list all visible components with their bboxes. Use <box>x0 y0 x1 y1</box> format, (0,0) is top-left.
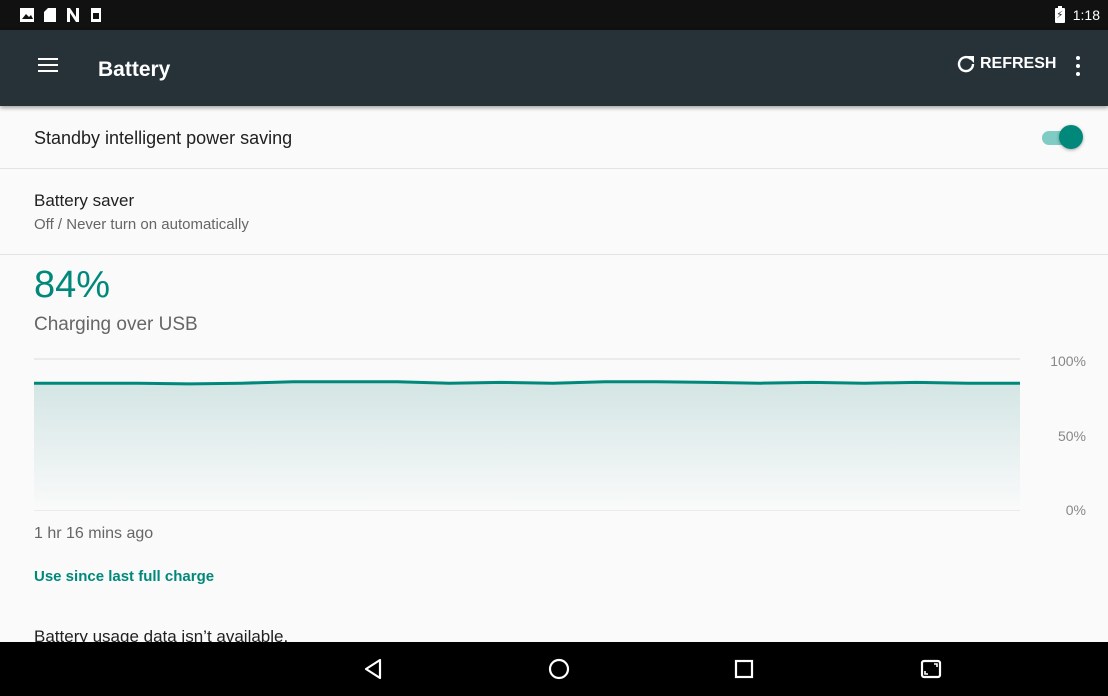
standby-toggle[interactable] <box>1042 124 1084 152</box>
toggle-thumb <box>1059 125 1083 149</box>
battery-history-chart: 100% 50% 0% <box>0 350 1108 525</box>
sd-card-icon <box>44 8 56 22</box>
chart-start-time: 1 hr 16 mins ago <box>34 525 154 542</box>
battery-charging-icon <box>1054 5 1065 23</box>
n-icon <box>67 8 79 22</box>
y-tick-100: 100% <box>1050 353 1086 369</box>
use-since-full-charge-link[interactable]: Use since last full charge <box>34 568 214 585</box>
standby-power-saving-row[interactable]: Standby intelligent power saving <box>0 106 1108 169</box>
back-icon[interactable] <box>361 656 387 682</box>
battery-level-line <box>34 380 1020 386</box>
home-icon[interactable] <box>546 656 572 682</box>
battery-saver-summary: Off / Never turn on automatically <box>34 216 249 233</box>
y-tick-50: 50% <box>1057 428 1086 444</box>
battery-saver-title: Battery saver <box>34 191 135 210</box>
battery-area-fill <box>34 381 1020 510</box>
storage-icon <box>91 8 101 22</box>
y-tick-0: 0% <box>1065 502 1086 518</box>
clock: 1:18 <box>1072 7 1100 23</box>
battery-percent: 84% <box>34 264 111 306</box>
status-right: 1:18 <box>1054 5 1100 23</box>
screen: 1:18 Battery REFRESH Standby intelligent… <box>0 0 1108 696</box>
navigation-bar <box>0 642 1108 696</box>
charging-status: Charging over USB <box>34 314 198 335</box>
app-bar: Battery REFRESH <box>0 30 1108 106</box>
refresh-label: REFRESH <box>980 55 1057 72</box>
image-icon <box>20 8 34 22</box>
status-bar: 1:18 <box>0 0 1108 30</box>
notification-icons <box>20 8 102 22</box>
more-vert-icon[interactable] <box>1074 56 1082 76</box>
refresh-button[interactable]: REFRESH <box>956 54 1056 74</box>
page-title: Battery <box>98 58 171 81</box>
recents-icon[interactable] <box>731 656 757 682</box>
split-screen-icon[interactable] <box>918 656 944 682</box>
battery-saver-row[interactable]: Battery saver Off / Never turn on automa… <box>0 169 1108 255</box>
menu-icon[interactable] <box>38 58 58 72</box>
standby-label: Standby intelligent power saving <box>34 128 293 148</box>
battery-chart-svg <box>34 358 1020 511</box>
refresh-icon <box>957 55 975 73</box>
